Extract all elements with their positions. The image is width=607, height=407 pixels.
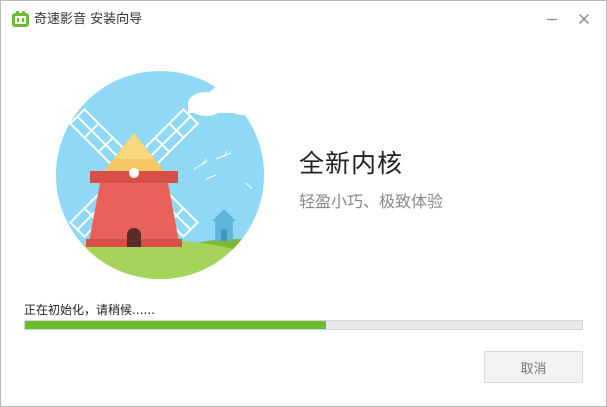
close-icon [579,14,589,24]
feature-subline: 轻盈小巧、极致体验 [299,192,444,211]
windmill-illustration [56,71,264,279]
close-button[interactable] [570,7,598,31]
minimize-icon [547,18,557,21]
window-title: 奇速影音 安装向导 [34,12,143,27]
installer-window: 奇速影音 安装向导 全新内核 轻盈小巧、极致体验 正在初始化，请稍候......… [0,0,607,407]
minimize-button[interactable] [538,7,566,31]
progress-bar [24,320,583,330]
cancel-button[interactable]: 取消 [484,351,583,383]
progress-status: 正在初始化，请稍候...... [24,303,155,317]
title-bar[interactable]: 奇速影音 安装向导 [1,1,606,39]
app-logo-icon [12,11,29,28]
feature-headline: 全新内核 [299,149,404,178]
progress-fill [25,321,326,329]
